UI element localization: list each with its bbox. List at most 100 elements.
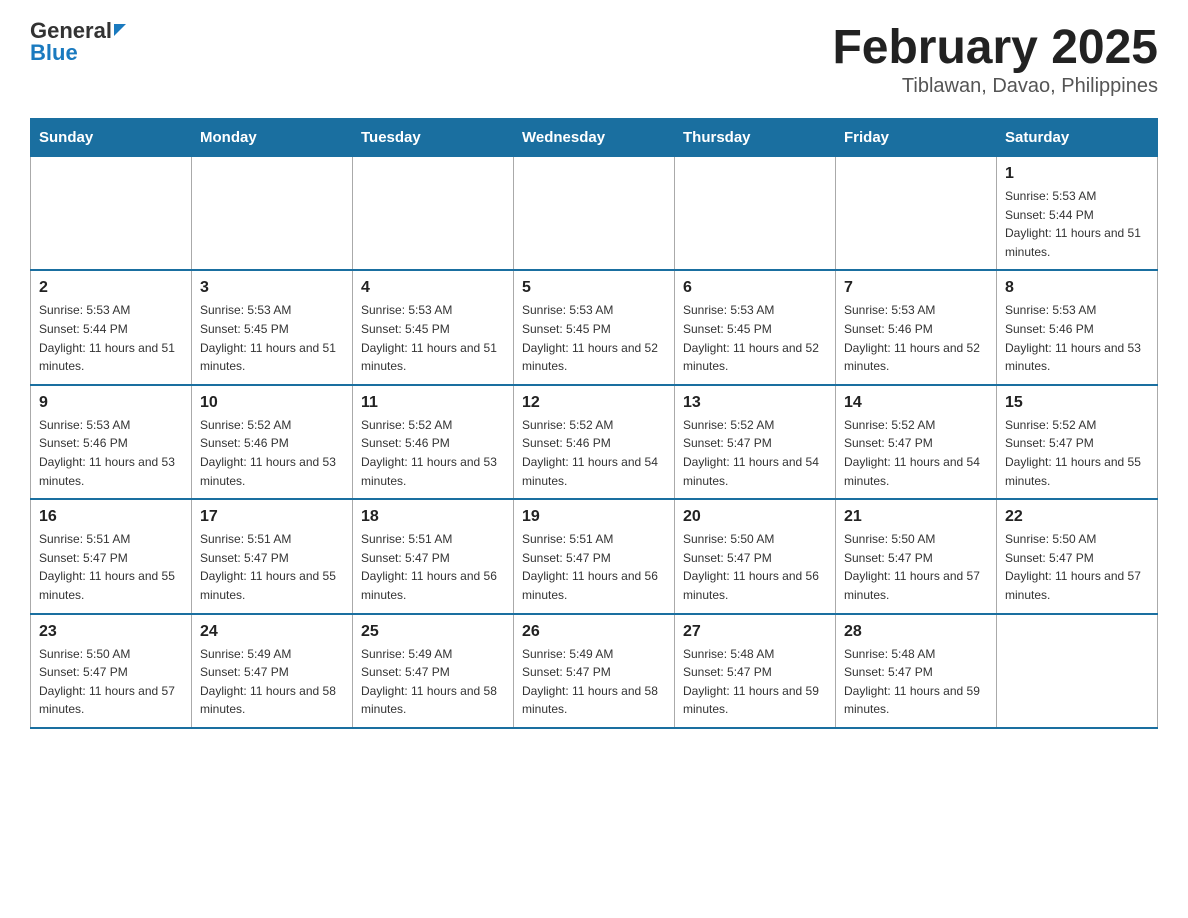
day-number: 17 xyxy=(200,508,344,526)
calendar-cell xyxy=(997,614,1158,728)
day-info: Sunrise: 5:53 AM Sunset: 5:45 PM Dayligh… xyxy=(683,301,827,375)
day-info: Sunrise: 5:53 AM Sunset: 5:46 PM Dayligh… xyxy=(844,301,988,375)
calendar-week-2: 9 Sunrise: 5:53 AM Sunset: 5:46 PM Daylig… xyxy=(31,385,1158,499)
calendar-cell: 1 Sunrise: 5:53 AM Sunset: 5:44 PM Daylig… xyxy=(997,157,1158,271)
day-number: 1 xyxy=(1005,165,1149,183)
day-info: Sunrise: 5:51 AM Sunset: 5:47 PM Dayligh… xyxy=(522,530,666,604)
calendar-cell: 18Sunrise: 5:51 AM Sunset: 5:47 PM Dayli… xyxy=(353,499,514,613)
day-info: Sunrise: 5:53 AM Sunset: 5:46 PM Dayligh… xyxy=(1005,301,1149,375)
day-info: Sunrise: 5:52 AM Sunset: 5:46 PM Dayligh… xyxy=(361,416,505,490)
month-title: February 2025 xyxy=(832,20,1158,75)
day-number: 6 xyxy=(683,279,827,297)
calendar-cell: 21Sunrise: 5:50 AM Sunset: 5:47 PM Dayli… xyxy=(836,499,997,613)
day-number: 20 xyxy=(683,508,827,526)
calendar-cell: 3Sunrise: 5:53 AM Sunset: 5:45 PM Daylig… xyxy=(192,270,353,384)
calendar-cell: 17 Sunrise: 5:51 AM Sunset: 5:47 PM Dayli… xyxy=(192,499,353,613)
day-number: 28 xyxy=(844,623,988,641)
day-info: Sunrise: 5:52 AM Sunset: 5:47 PM Dayligh… xyxy=(1005,416,1149,490)
day-number: 24 xyxy=(200,623,344,641)
day-info: Sunrise: 5:53 AM Sunset: 5:45 PM Dayligh… xyxy=(522,301,666,375)
day-number: 19 xyxy=(522,508,666,526)
day-info: Sunrise: 5:53 AM Sunset: 5:44 PM Dayligh… xyxy=(1005,187,1149,261)
calendar-cell xyxy=(31,157,192,271)
calendar-cell: 20 Sunrise: 5:50 AM Sunset: 5:47 PM Dayli… xyxy=(675,499,836,613)
day-info: Sunrise: 5:50 AM Sunset: 5:47 PM Dayligh… xyxy=(1005,530,1149,604)
day-info: Sunrise: 5:53 AM Sunset: 5:45 PM Dayligh… xyxy=(200,301,344,375)
day-info: Sunrise: 5:50 AM Sunset: 5:47 PM Dayligh… xyxy=(844,530,988,604)
calendar-cell xyxy=(353,157,514,271)
calendar-cell: 9 Sunrise: 5:53 AM Sunset: 5:46 PM Daylig… xyxy=(31,385,192,499)
day-number: 12 xyxy=(522,394,666,412)
day-info: Sunrise: 5:52 AM Sunset: 5:47 PM Dayligh… xyxy=(844,416,988,490)
calendar-cell: 19 Sunrise: 5:51 AM Sunset: 5:47 PM Dayli… xyxy=(514,499,675,613)
logo-general: General xyxy=(30,20,112,42)
day-number: 11 xyxy=(361,394,505,412)
calendar-cell xyxy=(192,157,353,271)
day-info: Sunrise: 5:52 AM Sunset: 5:47 PM Dayligh… xyxy=(683,416,827,490)
calendar-cell xyxy=(836,157,997,271)
day-number: 10 xyxy=(200,394,344,412)
weekday-header-friday: Friday xyxy=(836,119,997,157)
calendar-body: 1 Sunrise: 5:53 AM Sunset: 5:44 PM Daylig… xyxy=(31,157,1158,728)
day-number: 14 xyxy=(844,394,988,412)
calendar-cell: 24 Sunrise: 5:49 AM Sunset: 5:47 PM Dayli… xyxy=(192,614,353,728)
location-label: Tiblawan, Davao, Philippines xyxy=(832,75,1158,98)
weekday-header-sunday: Sunday xyxy=(31,119,192,157)
day-info: Sunrise: 5:49 AM Sunset: 5:47 PM Dayligh… xyxy=(200,645,344,719)
day-info: Sunrise: 5:49 AM Sunset: 5:47 PM Dayligh… xyxy=(361,645,505,719)
weekday-header-monday: Monday xyxy=(192,119,353,157)
day-number: 4 xyxy=(361,279,505,297)
day-number: 9 xyxy=(39,394,183,412)
calendar-cell: 12 Sunrise: 5:52 AM Sunset: 5:46 PM Dayli… xyxy=(514,385,675,499)
day-number: 7 xyxy=(844,279,988,297)
weekday-header-tuesday: Tuesday xyxy=(353,119,514,157)
calendar-cell: 7 Sunrise: 5:53 AM Sunset: 5:46 PM Daylig… xyxy=(836,270,997,384)
page-header: General Blue February 2025 Tiblawan, Dav… xyxy=(30,20,1158,98)
day-info: Sunrise: 5:51 AM Sunset: 5:47 PM Dayligh… xyxy=(39,530,183,604)
day-info: Sunrise: 5:51 AM Sunset: 5:47 PM Dayligh… xyxy=(200,530,344,604)
day-number: 26 xyxy=(522,623,666,641)
calendar-cell: 27Sunrise: 5:48 AM Sunset: 5:47 PM Dayli… xyxy=(675,614,836,728)
day-info: Sunrise: 5:53 AM Sunset: 5:44 PM Dayligh… xyxy=(39,301,183,375)
calendar-cell: 23 Sunrise: 5:50 AM Sunset: 5:47 PM Dayli… xyxy=(31,614,192,728)
calendar-table: SundayMondayTuesdayWednesdayThursdayFrid… xyxy=(30,118,1158,729)
calendar-cell: 15 Sunrise: 5:52 AM Sunset: 5:47 PM Dayli… xyxy=(997,385,1158,499)
calendar-week-1: 2 Sunrise: 5:53 AM Sunset: 5:44 PM Daylig… xyxy=(31,270,1158,384)
day-info: Sunrise: 5:49 AM Sunset: 5:47 PM Dayligh… xyxy=(522,645,666,719)
day-number: 15 xyxy=(1005,394,1149,412)
calendar-cell: 26 Sunrise: 5:49 AM Sunset: 5:47 PM Dayli… xyxy=(514,614,675,728)
day-number: 25 xyxy=(361,623,505,641)
day-info: Sunrise: 5:50 AM Sunset: 5:47 PM Dayligh… xyxy=(683,530,827,604)
day-info: Sunrise: 5:53 AM Sunset: 5:46 PM Dayligh… xyxy=(39,416,183,490)
day-info: Sunrise: 5:53 AM Sunset: 5:45 PM Dayligh… xyxy=(361,301,505,375)
calendar-week-4: 23 Sunrise: 5:50 AM Sunset: 5:47 PM Dayli… xyxy=(31,614,1158,728)
calendar-cell: 14 Sunrise: 5:52 AM Sunset: 5:47 PM Dayli… xyxy=(836,385,997,499)
calendar-header: SundayMondayTuesdayWednesdayThursdayFrid… xyxy=(31,119,1158,157)
calendar-cell: 13Sunrise: 5:52 AM Sunset: 5:47 PM Dayli… xyxy=(675,385,836,499)
day-number: 16 xyxy=(39,508,183,526)
title-block: February 2025 Tiblawan, Davao, Philippin… xyxy=(832,20,1158,98)
calendar-cell xyxy=(675,157,836,271)
day-info: Sunrise: 5:48 AM Sunset: 5:47 PM Dayligh… xyxy=(844,645,988,719)
day-number: 2 xyxy=(39,279,183,297)
calendar-cell: 8Sunrise: 5:53 AM Sunset: 5:46 PM Daylig… xyxy=(997,270,1158,384)
weekday-header-saturday: Saturday xyxy=(997,119,1158,157)
calendar-cell: 4 Sunrise: 5:53 AM Sunset: 5:45 PM Daylig… xyxy=(353,270,514,384)
calendar-cell: 6 Sunrise: 5:53 AM Sunset: 5:45 PM Daylig… xyxy=(675,270,836,384)
calendar-week-0: 1 Sunrise: 5:53 AM Sunset: 5:44 PM Daylig… xyxy=(31,157,1158,271)
day-info: Sunrise: 5:52 AM Sunset: 5:46 PM Dayligh… xyxy=(522,416,666,490)
day-number: 22 xyxy=(1005,508,1149,526)
day-number: 27 xyxy=(683,623,827,641)
day-info: Sunrise: 5:51 AM Sunset: 5:47 PM Dayligh… xyxy=(361,530,505,604)
calendar-week-3: 16 Sunrise: 5:51 AM Sunset: 5:47 PM Dayli… xyxy=(31,499,1158,613)
day-info: Sunrise: 5:50 AM Sunset: 5:47 PM Dayligh… xyxy=(39,645,183,719)
weekday-header-wednesday: Wednesday xyxy=(514,119,675,157)
day-number: 5 xyxy=(522,279,666,297)
logo-blue: Blue xyxy=(30,40,78,65)
logo: General Blue xyxy=(30,20,126,64)
calendar-cell: 11 Sunrise: 5:52 AM Sunset: 5:46 PM Dayli… xyxy=(353,385,514,499)
calendar-cell: 25 Sunrise: 5:49 AM Sunset: 5:47 PM Dayli… xyxy=(353,614,514,728)
logo-text: General Blue xyxy=(30,20,126,64)
day-number: 23 xyxy=(39,623,183,641)
calendar-cell: 2 Sunrise: 5:53 AM Sunset: 5:44 PM Daylig… xyxy=(31,270,192,384)
